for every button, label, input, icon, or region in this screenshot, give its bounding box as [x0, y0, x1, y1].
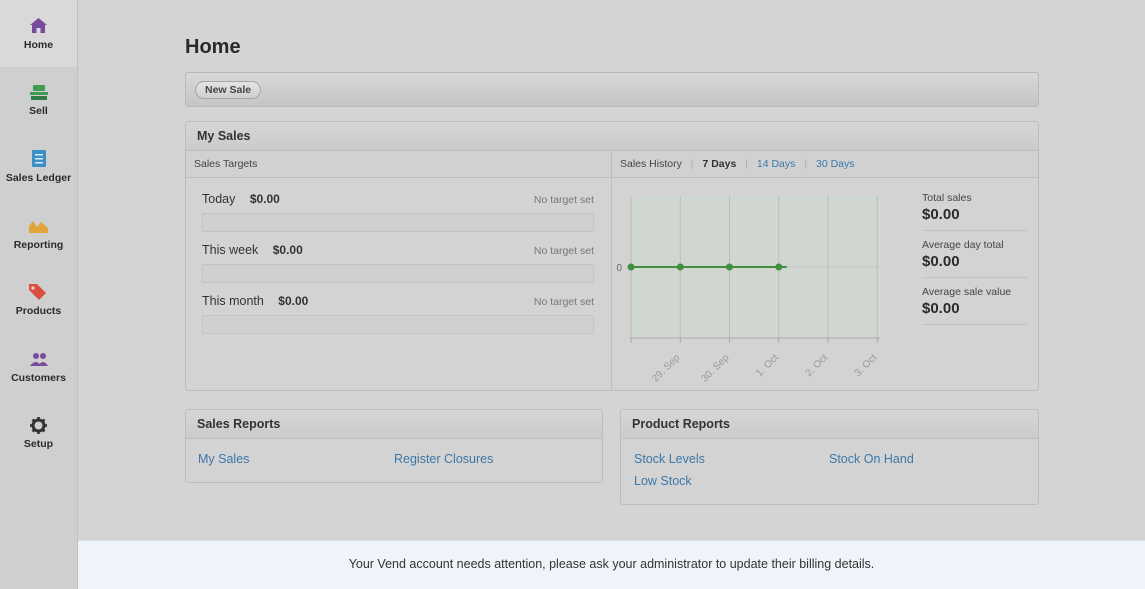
sidebar-item-label: Customers — [11, 371, 66, 384]
stat-total-sales: Total sales $0.00 — [922, 192, 1028, 231]
area-chart-icon — [29, 216, 49, 236]
target-note: No target set — [533, 194, 594, 206]
stat-value: $0.00 — [922, 206, 960, 223]
target-progress-bar — [202, 315, 594, 334]
data-point — [726, 263, 733, 271]
target-note: No target set — [533, 245, 594, 257]
range-30-days[interactable]: 30 Days — [816, 158, 855, 170]
sidebar-item-label: Sales Ledger — [5, 171, 72, 184]
stat-label: Average sale value — [922, 286, 1012, 298]
separator: | — [745, 158, 748, 170]
sidebar-item-label: Home — [23, 38, 54, 51]
sidebar-item-sales-ledger[interactable]: Sales Ledger — [0, 133, 77, 200]
stat-average-sale-value: Average sale value $0.00 — [922, 286, 1028, 325]
home-icon — [29, 16, 49, 36]
register-icon — [29, 82, 49, 102]
tags-icon — [29, 282, 49, 302]
target-value: $0.00 — [272, 243, 303, 257]
my-sales-title: My Sales — [186, 122, 1038, 151]
stat-label: Average day total — [922, 239, 1004, 251]
billing-notice: Your Vend account needs attention, pleas… — [78, 540, 1145, 589]
x-tick-label: 29. Sep — [650, 352, 682, 382]
sidebar-item-products[interactable]: Products — [0, 266, 77, 333]
sidebar-item-customers[interactable]: Customers — [0, 333, 77, 400]
page-title: Home — [185, 36, 241, 58]
sidebar-item-label: Reporting — [13, 238, 64, 251]
sales-reports-panel: Sales Reports My Sales Register Closures — [185, 409, 603, 483]
sales-reports-title: Sales Reports — [186, 410, 602, 439]
product-reports-title: Product Reports — [621, 410, 1038, 439]
stat-value: $0.00 — [922, 253, 960, 270]
toolbar: New Sale — [185, 72, 1039, 107]
separator: | — [804, 158, 808, 170]
sidebar-item-label: Setup — [23, 438, 54, 451]
x-tick-label: 30. Sep — [699, 352, 731, 382]
target-progress-bar — [202, 213, 594, 232]
stock-on-hand-link[interactable]: Stock On Hand — [829, 452, 914, 466]
x-tick-label: 3. Oct — [853, 352, 880, 379]
target-today: Today $0.00 No target set — [202, 190, 594, 232]
sidebar: Home Sell Sales Ledger Reporting Product… — [0, 0, 78, 589]
separator: | — [690, 158, 694, 170]
stat-average-day-total: Average day total $0.00 — [922, 239, 1028, 278]
target-label: This month — [202, 294, 264, 308]
sales-history-heading: Sales History — [620, 158, 682, 170]
x-tick-label: 2. Oct — [803, 352, 830, 379]
target-label: Today — [202, 192, 236, 206]
range-7-days[interactable]: 7 Days — [702, 158, 736, 170]
target-note: No target set — [533, 296, 594, 308]
target-this-week: This week $0.00 No target set — [202, 241, 594, 283]
x-tick-label: 1. Oct — [754, 352, 781, 379]
target-value: $0.00 — [249, 192, 280, 206]
low-stock-link[interactable]: Low Stock — [634, 474, 692, 488]
sales-stats: Total sales $0.00 Average day total $0.0… — [922, 192, 1028, 333]
data-point — [627, 263, 635, 271]
data-point — [676, 263, 684, 271]
users-icon — [29, 349, 49, 369]
stat-label: Total sales — [922, 192, 972, 204]
target-value: $0.00 — [278, 294, 309, 308]
range-14-days[interactable]: 14 Days — [757, 158, 796, 170]
sidebar-item-reporting[interactable]: Reporting — [0, 200, 77, 267]
data-point — [775, 263, 783, 271]
stat-value: $0.00 — [922, 300, 960, 317]
target-this-month: This month $0.00 No target set — [202, 292, 594, 334]
sidebar-item-label: Sell — [29, 105, 48, 118]
my-sales-panel: My Sales Sales Targets Sales History | 7… — [185, 121, 1039, 391]
gear-icon — [29, 415, 49, 435]
y-tick-label: 0 — [616, 263, 622, 274]
sidebar-item-label: Products — [15, 305, 62, 318]
sales-targets-heading: Sales Targets — [186, 151, 611, 178]
product-reports-panel: Product Reports Stock Levels Stock On Ha… — [620, 409, 1039, 505]
chart-svg: 0 29. Sep 30. Sep 1. Oct 2. Oct 3. Oct — [616, 196, 880, 385]
target-label: This week — [202, 243, 259, 257]
sidebar-item-home[interactable]: Home — [0, 0, 77, 67]
sales-history-header: Sales History | 7 Days | 14 Days | 30 Da… — [611, 151, 1038, 178]
stock-levels-link[interactable]: Stock Levels — [634, 452, 705, 466]
sidebar-item-setup[interactable]: Setup — [0, 400, 77, 467]
ledger-icon — [29, 149, 49, 169]
register-closures-link[interactable]: Register Closures — [394, 452, 493, 466]
new-sale-button[interactable]: New Sale — [195, 81, 262, 99]
sidebar-item-sell[interactable]: Sell — [0, 67, 77, 134]
target-progress-bar — [202, 264, 594, 283]
divider — [611, 178, 612, 390]
my-sales-link[interactable]: My Sales — [198, 452, 249, 466]
sales-history-chart: 0 29. Sep 30. Sep 1. Oct 2. Oct 3. Oct — [616, 182, 906, 385]
